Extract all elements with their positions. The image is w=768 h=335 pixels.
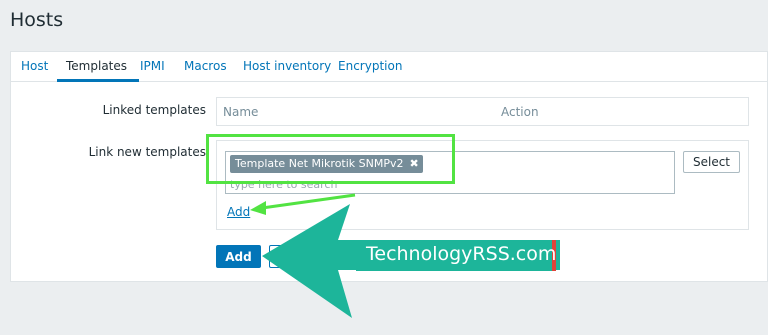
watermark-banner: TechnologyRSS.com bbox=[356, 240, 556, 271]
annotation-arrows bbox=[250, 193, 560, 318]
